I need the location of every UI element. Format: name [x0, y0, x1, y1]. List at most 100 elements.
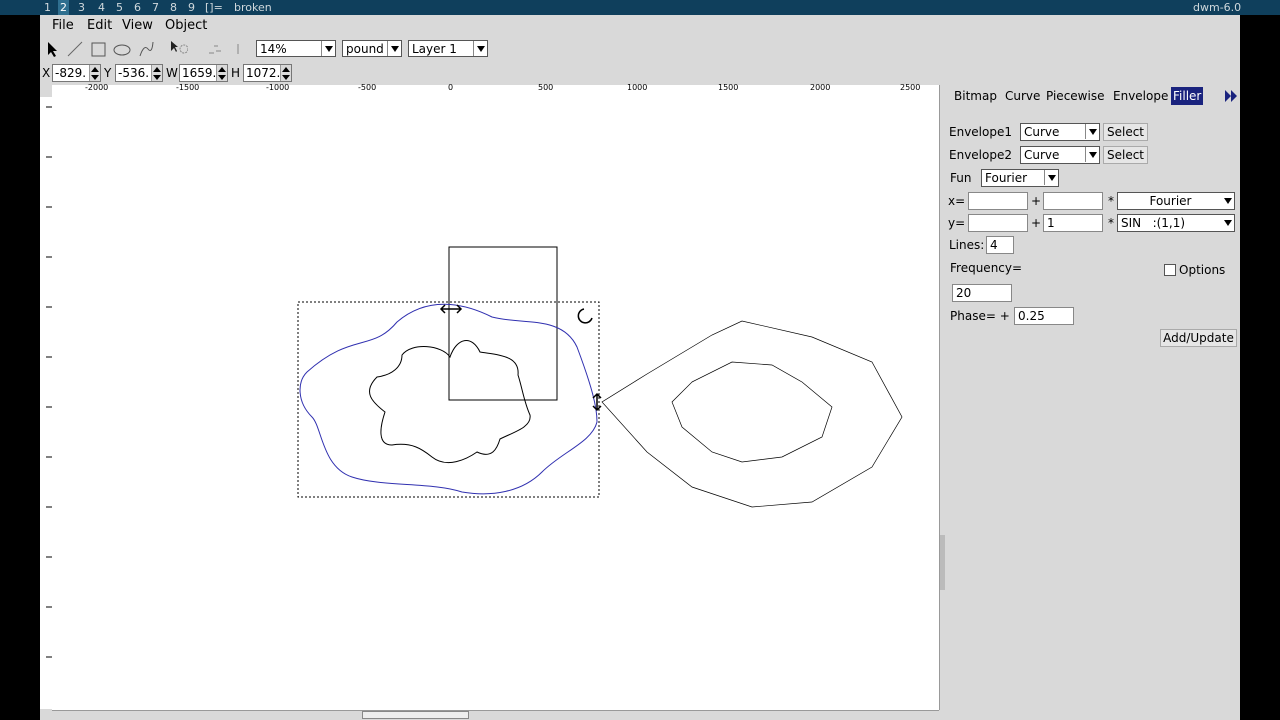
ellipse-tool-icon[interactable] — [112, 39, 132, 59]
curve-tool-icon[interactable] — [136, 39, 156, 59]
zoom-select[interactable]: 14% — [256, 40, 336, 57]
tab-curve[interactable]: Curve — [1003, 87, 1042, 105]
horizontal-scrollbar-thumb[interactable] — [362, 711, 469, 719]
workspace-6[interactable]: 6 — [134, 0, 141, 15]
spin-arrows-icon[interactable] — [216, 65, 227, 81]
y-label: Y — [104, 66, 112, 80]
fun-select[interactable]: Fourier — [981, 169, 1059, 187]
menu-view[interactable]: View — [122, 18, 153, 33]
units-select[interactable]: pound — [342, 40, 402, 57]
y-spinbox[interactable]: -536. — [115, 64, 163, 82]
menu-edit[interactable]: Edit — [87, 18, 112, 33]
x-coefficient-input[interactable] — [968, 192, 1028, 210]
ruler-tick: -1000 — [266, 83, 290, 92]
vertical-scrollbar-thumb[interactable] — [940, 535, 945, 590]
chevron-down-icon — [1224, 220, 1232, 226]
horizontal-ruler[interactable]: -2000 -1500 -1000 -500 0 500 1000 1500 2… — [52, 83, 940, 97]
vertical-scrollbar[interactable] — [939, 85, 946, 710]
x-plus-label: + — [1031, 194, 1042, 208]
vertical-ruler[interactable] — [40, 97, 52, 709]
wm-status: dwm-6.0 — [1193, 1, 1242, 14]
rectangle-tool-icon[interactable] — [88, 39, 108, 59]
y-plus-label: + — [1031, 216, 1042, 230]
envelope1-select-button[interactable]: Select — [1103, 123, 1148, 141]
y-function-select[interactable]: SIN :(1,1) — [1117, 214, 1235, 232]
x-value: -829. — [55, 66, 87, 80]
tab-scroll-right-icon[interactable] — [1224, 89, 1238, 103]
spin-arrows-icon[interactable] — [151, 65, 162, 81]
horizontal-scrollbar[interactable] — [52, 710, 939, 719]
y-multiply-label: * — [1108, 216, 1114, 230]
window-title: broken — [234, 1, 272, 14]
lines-input[interactable]: 4 — [986, 236, 1014, 254]
envelope1-select[interactable]: Curve — [1020, 123, 1100, 141]
lines-label: Lines: — [949, 238, 985, 252]
phase-label: Phase= + — [950, 309, 1010, 323]
w-spinbox[interactable]: 1659. — [179, 64, 228, 82]
application-window: File Edit View Object 14% pound Layer 1 … — [40, 15, 1240, 720]
tab-bitmap[interactable]: Bitmap — [952, 87, 999, 105]
canvas-drawing[interactable] — [52, 97, 939, 710]
layout-indicator[interactable]: []= — [205, 0, 223, 15]
workspace-8[interactable]: 8 — [170, 0, 177, 15]
star-curve[interactable] — [369, 340, 531, 464]
tab-envelope[interactable]: Envelope — [1111, 87, 1170, 105]
workspace-3[interactable]: 3 — [78, 0, 85, 15]
x-function-select[interactable]: Fourier — [1117, 192, 1235, 210]
workspace-5[interactable]: 5 — [116, 0, 123, 15]
ruler-tick: 2000 — [810, 83, 831, 92]
frequency-input[interactable]: 20 — [952, 284, 1012, 302]
x-function-value: Fourier — [1149, 194, 1192, 208]
phase-input[interactable]: 0.25 — [1014, 307, 1074, 325]
options-checkbox[interactable] — [1164, 264, 1176, 276]
node-select-icon[interactable] — [168, 39, 188, 59]
tab-filler[interactable]: Filler — [1171, 87, 1204, 105]
ruler-tick: -500 — [358, 83, 377, 92]
add-update-button[interactable]: Add/Update — [1160, 329, 1237, 347]
fourier-fill-pattern — [601, 320, 903, 508]
select-arrow-icon[interactable] — [43, 39, 63, 59]
x-label: X — [42, 66, 51, 80]
node-edit-icon[interactable] — [206, 39, 226, 59]
fun-value: Fourier — [985, 171, 1028, 185]
envelope1-separator — [1085, 124, 1086, 139]
spin-arrows-icon[interactable] — [89, 65, 100, 81]
workspace-1[interactable]: 1 — [44, 0, 51, 15]
h-spinbox[interactable]: 1072. — [243, 64, 292, 82]
w-label: W — [166, 66, 178, 80]
envelope2-select[interactable]: Curve — [1020, 146, 1100, 164]
text-cursor-icon[interactable] — [230, 39, 250, 59]
chevron-down-icon — [1089, 129, 1097, 135]
h-label: H — [231, 66, 241, 80]
frequency-label: Frequency= — [950, 261, 1023, 275]
chevron-down-icon — [1224, 198, 1232, 204]
options-label: Options — [1179, 263, 1226, 277]
units-value: pound — [346, 42, 384, 56]
y-equation-label: y= — [948, 216, 966, 230]
menubar: File Edit View Object — [40, 15, 1240, 37]
layer-select[interactable]: Layer 1 — [408, 40, 488, 57]
menu-object[interactable]: Object — [165, 18, 207, 33]
tool-panel: Bitmap Curve Piecewise Envelope Filler E… — [946, 85, 1240, 718]
y-coefficient-input[interactable] — [968, 214, 1028, 232]
w-value: 1659. — [182, 66, 217, 80]
workspace-2[interactable]: 2 — [58, 0, 69, 15]
drawing-canvas[interactable] — [52, 97, 939, 710]
workspace-9[interactable]: 9 — [188, 0, 195, 15]
x-spinbox[interactable]: -829. — [52, 64, 101, 82]
workspace-7[interactable]: 7 — [152, 0, 159, 15]
envelope2-separator — [1085, 147, 1086, 162]
line-tool-icon[interactable] — [65, 39, 85, 59]
x-offset-input[interactable] — [1043, 192, 1103, 210]
envelope2-select-button[interactable]: Select — [1103, 146, 1148, 164]
y-offset-input[interactable]: 1 — [1043, 214, 1103, 232]
ruler-tick: 0 — [448, 83, 454, 92]
y-function-value: SIN :(1,1) — [1121, 216, 1186, 230]
fun-separator — [1044, 170, 1045, 185]
spin-arrows-icon[interactable] — [280, 65, 291, 81]
y-value: -536. — [118, 66, 150, 80]
tab-piecewise[interactable]: Piecewise — [1044, 87, 1106, 105]
workspace-4[interactable]: 4 — [98, 0, 105, 15]
menu-file[interactable]: File — [52, 18, 74, 33]
toolbar: 14% pound Layer 1 — [40, 39, 1240, 61]
